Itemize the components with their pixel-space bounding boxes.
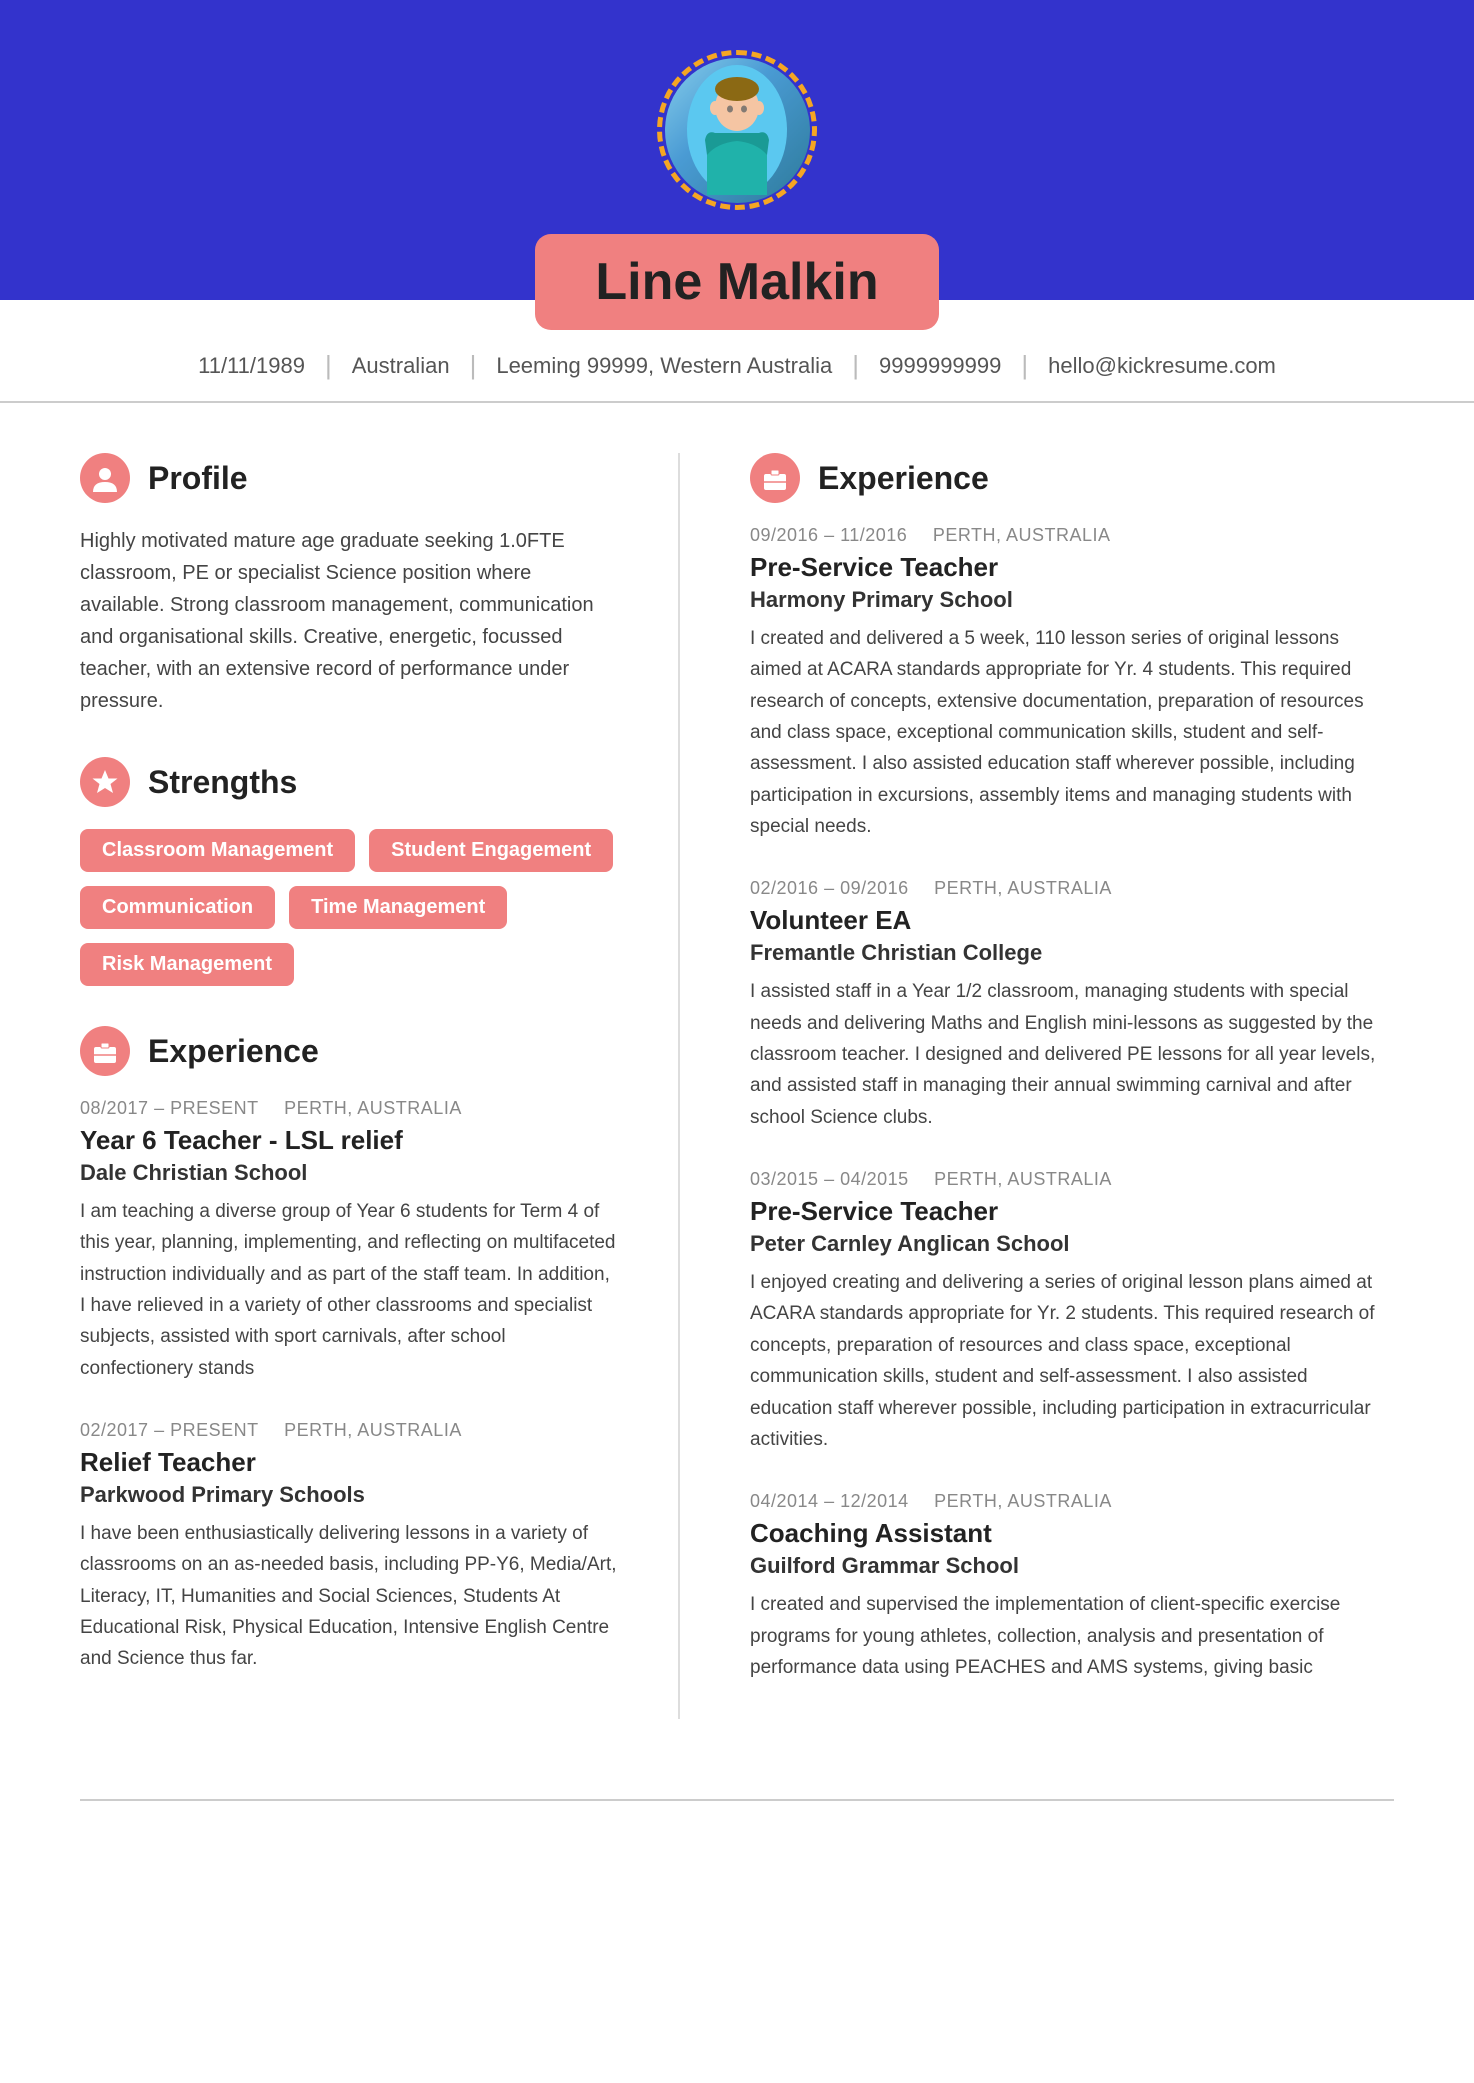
exp-job-title: Year 6 Teacher - LSL relief [80,1125,618,1156]
exp-location: PERTH, AUSTRALIA [929,1491,1112,1511]
exp-location: PERTH, AUSTRALIA [929,1169,1112,1189]
sep4: | [1021,350,1028,381]
exp-desc: I enjoyed creating and delivering a seri… [750,1267,1394,1455]
left-exp-entry: 08/2017 – PRESENT PERTH, AUSTRALIA Year … [80,1098,618,1384]
strengths-tags: Classroom Management Student Engagement Co… [80,829,618,986]
exp-meta: 09/2016 – 11/2016 PERTH, AUSTRALIA [750,525,1394,546]
exp-meta: 02/2016 – 09/2016 PERTH, AUSTRALIA [750,878,1394,899]
right-exp-section-title: Experience [818,460,989,497]
name-badge: Line Malkin [535,234,938,330]
briefcase-icon-right [761,464,789,492]
nationality: Australian [352,353,450,379]
exp-job-title: Pre-Service Teacher [750,552,1394,583]
email: hello@kickresume.com [1048,353,1276,379]
exp-desc: I assisted staff in a Year 1/2 classroom… [750,976,1394,1133]
right-experience-entries: 09/2016 – 11/2016 PERTH, AUSTRALIA Pre-S… [750,525,1394,1683]
right-exp-icon-circle [750,453,800,503]
strengths-icon-circle [80,757,130,807]
right-exp-entry: 02/2016 – 09/2016 PERTH, AUSTRALIA Volun… [750,878,1394,1133]
main-content: Profile Highly motivated mature age grad… [0,413,1474,1759]
left-exp-section-title: Experience [148,1033,319,1070]
strength-tag: Communication [80,886,275,929]
briefcase-icon [91,1037,119,1065]
exp-meta: 02/2017 – PRESENT PERTH, AUSTRALIA [80,1420,618,1441]
strength-tag: Classroom Management [80,829,355,872]
full-name: Line Malkin [595,253,878,311]
dob: 11/11/1989 [198,353,305,379]
right-exp-entry: 04/2014 – 12/2014 PERTH, AUSTRALIA Coach… [750,1491,1394,1683]
exp-job-title: Pre-Service Teacher [750,1196,1394,1227]
address: Leeming 99999, Western Australia [496,353,832,379]
exp-company: Dale Christian School [80,1160,618,1186]
right-exp-entry: 03/2015 – 04/2015 PERTH, AUSTRALIA Pre-S… [750,1169,1394,1455]
exp-desc: I created and delivered a 5 week, 110 le… [750,623,1394,842]
strength-tag: Risk Management [80,943,294,986]
avatar [665,58,810,203]
left-experience-section-header: Experience [80,1026,618,1076]
left-exp-icon-circle [80,1026,130,1076]
avatar-container [657,50,817,210]
resume-header: Line Malkin [0,0,1474,300]
right-exp-entry: 09/2016 – 11/2016 PERTH, AUSTRALIA Pre-S… [750,525,1394,842]
profile-body: Highly motivated mature age graduate see… [80,525,618,717]
avatar-ring [657,50,817,210]
profile-section-title: Profile [148,460,248,497]
exp-job-title: Coaching Assistant [750,1518,1394,1549]
left-experience-entries: 08/2017 – PRESENT PERTH, AUSTRALIA Year … [80,1098,618,1675]
exp-location: PERTH, AUSTRALIA [927,525,1110,545]
avatar-illustration [687,65,787,195]
exp-desc: I have been enthusiastically delivering … [80,1518,618,1675]
exp-location: PERTH, AUSTRALIA [279,1420,462,1440]
right-experience-section-header: Experience [750,453,1394,503]
sep2: | [470,350,477,381]
left-column: Profile Highly motivated mature age grad… [80,453,680,1719]
exp-company: Parkwood Primary Schools [80,1482,618,1508]
sep3: | [852,350,859,381]
strengths-section-title: Strengths [148,764,297,801]
exp-company: Harmony Primary School [750,587,1394,613]
exp-meta: 03/2015 – 04/2015 PERTH, AUSTRALIA [750,1169,1394,1190]
exp-company: Peter Carnley Anglican School [750,1231,1394,1257]
footer-divider [80,1799,1394,1801]
exp-location: PERTH, AUSTRALIA [929,878,1112,898]
right-column: Experience 09/2016 – 11/2016 PERTH, AUST… [740,453,1394,1719]
sep1: | [325,350,332,381]
left-exp-entry: 02/2017 – PRESENT PERTH, AUSTRALIA Relie… [80,1420,618,1675]
exp-company: Fremantle Christian College [750,940,1394,966]
profile-icon-circle [80,453,130,503]
exp-location: PERTH, AUSTRALIA [279,1098,462,1118]
strengths-section-header: Strengths [80,757,618,807]
exp-meta: 08/2017 – PRESENT PERTH, AUSTRALIA [80,1098,618,1119]
person-icon [91,464,119,492]
profile-section-header: Profile [80,453,618,503]
exp-desc: I created and supervised the implementat… [750,1589,1394,1683]
strength-tag: Student Engagement [369,829,613,872]
exp-desc: I am teaching a diverse group of Year 6 … [80,1196,618,1384]
strength-tag: Time Management [289,886,507,929]
exp-company: Guilford Grammar School [750,1553,1394,1579]
exp-job-title: Volunteer EA [750,905,1394,936]
phone: 9999999999 [879,353,1001,379]
star-icon [91,768,119,796]
exp-job-title: Relief Teacher [80,1447,618,1478]
exp-meta: 04/2014 – 12/2014 PERTH, AUSTRALIA [750,1491,1394,1512]
